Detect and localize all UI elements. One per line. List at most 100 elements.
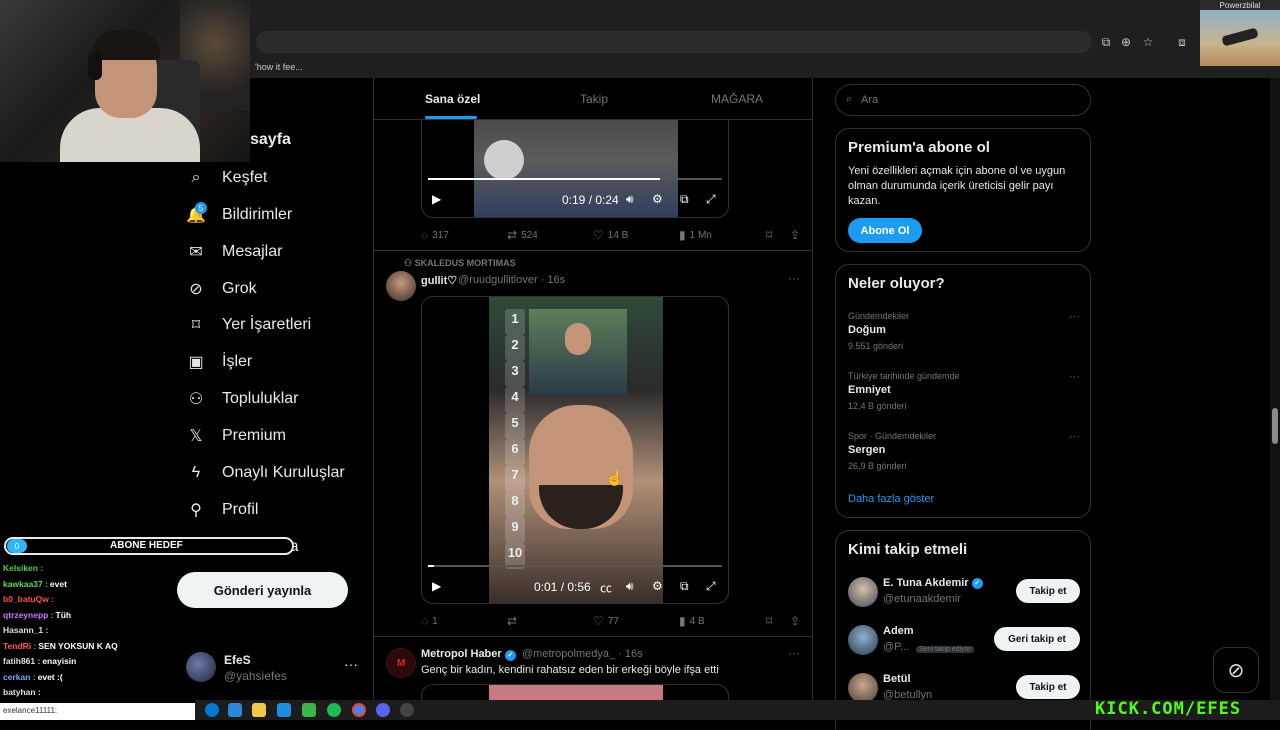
nav-item-0[interactable]: ⌕ Keşfet bbox=[186, 160, 268, 196]
verified-icon: ✓ bbox=[504, 649, 516, 661]
post2-video-frame: 1 2 3 4 5 6 7 8 9 10 bbox=[489, 297, 663, 603]
bookmark-button[interactable]: ⌑ bbox=[766, 614, 772, 628]
fullscreen-icon[interactable]: ⤢ bbox=[706, 192, 716, 207]
post3-avatar[interactable]: M bbox=[386, 648, 416, 678]
post3-author[interactable]: Metropol Haber ✓ bbox=[421, 648, 516, 661]
play-icon[interactable]: ▶ bbox=[432, 579, 441, 593]
nav-item-7[interactable]: 𝕏 Premium bbox=[186, 418, 286, 454]
overlay-number: 6 bbox=[505, 439, 525, 465]
chat-input[interactable]: exelance11111: bbox=[0, 703, 195, 720]
face bbox=[529, 405, 633, 529]
post3-handle[interactable]: @metropolmedya_ · 16s bbox=[522, 648, 643, 660]
volume-icon[interactable]: 🔊︎ bbox=[626, 579, 634, 594]
chat-message: Hasann_1 : bbox=[3, 625, 203, 641]
play-icon[interactable]: ▶ bbox=[432, 192, 441, 206]
reply-icon: ◌ bbox=[421, 228, 429, 242]
nav-item-label: Mesajlar bbox=[222, 243, 283, 260]
fullscreen-icon[interactable]: ⤢ bbox=[706, 579, 716, 594]
settings-icon[interactable] bbox=[400, 703, 414, 717]
post2-video[interactable]: 1 2 3 4 5 6 7 8 9 10 ▶ 0:01 / 0:56 ㏄ 🔊︎ ⚙ ⧉ ⤢ bbox=[421, 296, 729, 604]
spotify-icon[interactable] bbox=[327, 703, 341, 717]
nav-item-8[interactable]: ϟ Onaylı Kuruluşlar bbox=[186, 455, 345, 491]
follow-button[interactable]: Geri takip et bbox=[994, 627, 1080, 651]
tab-following[interactable]: Takip bbox=[580, 92, 608, 106]
popout-icon[interactable]: ⧉ bbox=[680, 579, 689, 594]
suggestion-name[interactable]: Betül bbox=[883, 673, 911, 685]
discord-icon[interactable] bbox=[376, 703, 390, 717]
reply-button[interactable]: ◌ 1 bbox=[421, 614, 438, 628]
zoom-icon[interactable]: ⊕ bbox=[1118, 34, 1134, 50]
follow-button[interactable]: Takip et bbox=[1016, 675, 1080, 699]
repost-button[interactable]: ⇄ 524 bbox=[507, 228, 538, 242]
follow-button[interactable]: Takip et bbox=[1016, 579, 1080, 603]
grok-icon[interactable]: ⊘ bbox=[1213, 647, 1259, 693]
captions-icon[interactable]: ㏄ bbox=[600, 579, 612, 596]
share-button[interactable]: ⇪ bbox=[790, 228, 800, 242]
post1-progress-bar[interactable] bbox=[428, 178, 722, 180]
trend-item[interactable]: Gündemdekiler Doğum 9.551 gönderi ··· bbox=[848, 311, 1080, 357]
address-bar[interactable] bbox=[256, 31, 1092, 53]
chat-message: Kelsiken : bbox=[3, 563, 203, 579]
post2-author[interactable]: gullit♡ bbox=[421, 274, 457, 287]
overlay-number: 9 bbox=[505, 517, 525, 543]
screen-cast-icon[interactable]: ⧉ bbox=[1098, 34, 1114, 50]
show-more-link[interactable]: Daha fazla göster bbox=[848, 493, 934, 505]
settings-icon[interactable]: ⚙ bbox=[652, 579, 663, 593]
who-to-follow-title: Kimi takip etmeli bbox=[848, 541, 968, 558]
windows-start-icon[interactable] bbox=[205, 703, 219, 717]
nav-item-6[interactable]: ⚇ Topluluklar bbox=[186, 381, 299, 417]
views-button[interactable]: ▮ 1 Mn bbox=[679, 228, 712, 242]
repost-button[interactable]: ⇄ bbox=[507, 614, 521, 628]
post2-progress-bar[interactable] bbox=[428, 565, 722, 567]
app-icon[interactable] bbox=[302, 703, 316, 717]
scrollbar[interactable] bbox=[1270, 78, 1280, 704]
more-icon[interactable]: ··· bbox=[1069, 311, 1080, 323]
copilot-icon[interactable] bbox=[228, 703, 242, 717]
post2-more-icon[interactable]: ··· bbox=[788, 271, 800, 285]
post3-more-icon[interactable]: ··· bbox=[788, 646, 800, 660]
like-button[interactable]: ♡ 14 B bbox=[593, 228, 628, 242]
avatar[interactable] bbox=[848, 673, 878, 703]
extensions-icon[interactable]: ⧈ bbox=[1174, 34, 1190, 50]
more-icon[interactable]: ··· bbox=[1069, 371, 1080, 383]
nav-item-5[interactable]: ▣ İşler bbox=[186, 344, 252, 380]
suggestion-name[interactable]: E. Tuna Akdemir ✓ bbox=[883, 577, 983, 589]
popout-icon[interactable]: ⧉ bbox=[680, 192, 689, 207]
scrollbar-thumb[interactable] bbox=[1272, 408, 1278, 444]
chrome-icon[interactable] bbox=[352, 703, 366, 717]
suggestion-name[interactable]: Adem bbox=[883, 625, 914, 637]
volume-icon[interactable]: 🔊︎ bbox=[626, 192, 634, 207]
reply-button[interactable]: ◌ 317 bbox=[421, 228, 449, 242]
tab-for-you[interactable]: Sana özel bbox=[425, 92, 480, 106]
nav-item-9[interactable]: ⚲ Profil bbox=[186, 492, 258, 528]
trend-item[interactable]: Türkiye tarihinde gündemde Emniyet 12,4 B … bbox=[848, 371, 1080, 417]
like-button[interactable]: ♡ 77 bbox=[593, 614, 619, 628]
post2-handle[interactable]: @ruudgullitlover · 16s bbox=[458, 274, 565, 286]
outlook-icon[interactable] bbox=[277, 703, 291, 717]
avatar[interactable] bbox=[848, 577, 878, 607]
more-icon[interactable]: ··· bbox=[344, 656, 358, 672]
mouse-cursor-icon: ☝ bbox=[606, 470, 624, 486]
bookmark-item[interactable]: 'how it fee... bbox=[255, 62, 303, 72]
nav-item-3[interactable]: ⊘ Grok bbox=[186, 271, 256, 307]
nav-item-2[interactable]: ✉ Mesajlar bbox=[186, 234, 282, 270]
search-box[interactable]: ⌕ Ara bbox=[835, 84, 1091, 116]
avatar[interactable] bbox=[848, 625, 878, 655]
subscribe-button[interactable]: Abone Ol bbox=[848, 218, 922, 243]
tab-magara[interactable]: MAĞARA bbox=[711, 92, 763, 106]
share-button[interactable]: ⇪ bbox=[790, 614, 800, 628]
post2-avatar[interactable] bbox=[386, 271, 416, 301]
explorer-icon[interactable] bbox=[252, 703, 266, 717]
trend-count: 12,4 B gönderi bbox=[848, 401, 907, 411]
nav-item-label: Topluluklar bbox=[222, 390, 299, 407]
settings-icon[interactable]: ⚙ bbox=[652, 192, 663, 206]
trend-item[interactable]: Spor · Gündemdekiler Sergen 26,9 B gönderi… bbox=[848, 431, 1080, 477]
star-icon[interactable]: ☆ bbox=[1140, 34, 1156, 50]
nav-home-label[interactable]: sayfa bbox=[250, 131, 291, 149]
more-icon[interactable]: ··· bbox=[1069, 431, 1080, 443]
bookmark-button[interactable]: ⌑ bbox=[766, 228, 772, 242]
bookmark-icon: ⌑ bbox=[766, 228, 773, 242]
nav-item-4[interactable]: ⌑ Yer İşaretleri bbox=[186, 307, 311, 343]
views-button[interactable]: ▮ 4 B bbox=[679, 614, 705, 628]
account-switcher[interactable]: EfeS @yahsiefes ··· bbox=[186, 650, 361, 686]
